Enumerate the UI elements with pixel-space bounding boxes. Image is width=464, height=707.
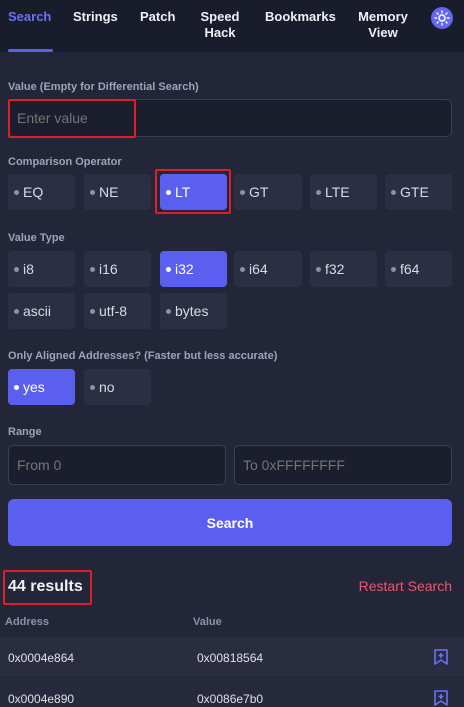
operator-ne[interactable]: NE xyxy=(84,174,151,210)
table-row[interactable]: 0x0004e890 0x0086e7b0 xyxy=(0,678,464,707)
row-address: 0x0004e864 xyxy=(8,651,75,665)
type-i16-label: i16 xyxy=(99,261,118,277)
comparison-operator-label: Comparison Operator xyxy=(8,156,122,168)
type-i64[interactable]: i64 xyxy=(234,251,302,287)
type-bytes-label: bytes xyxy=(175,303,209,319)
row-value: 0x00818564 xyxy=(197,651,264,665)
search-button[interactable]: Search xyxy=(8,499,452,546)
range-from-input[interactable] xyxy=(8,445,226,485)
radio-dot-icon xyxy=(166,308,171,314)
type-i8[interactable]: i8 xyxy=(8,251,75,287)
range-label: Range xyxy=(8,426,42,438)
range-to-input[interactable] xyxy=(234,445,452,485)
aligned-no-label: no xyxy=(99,379,115,395)
radio-dot-icon xyxy=(14,266,19,272)
aligned-no[interactable]: no xyxy=(84,369,151,405)
radio-dot-icon xyxy=(391,266,396,272)
operator-gt[interactable]: GT xyxy=(234,174,302,210)
theme-toggle-button[interactable] xyxy=(431,7,453,29)
radio-dot-icon xyxy=(14,189,19,195)
operator-lt-label: LT xyxy=(175,184,191,200)
type-i32-label: i32 xyxy=(175,261,194,277)
tab-memory-view[interactable]: Memory View xyxy=(358,9,408,41)
tab-speed-hack[interactable]: Speed Hack xyxy=(200,9,240,41)
radio-dot-icon xyxy=(166,189,171,195)
radio-dot-icon xyxy=(316,266,321,272)
type-i32[interactable]: i32 xyxy=(160,251,227,287)
restart-search-link[interactable]: Restart Search xyxy=(359,578,452,594)
bookmark-add-icon[interactable] xyxy=(432,648,450,666)
type-i64-label: i64 xyxy=(249,261,268,277)
radio-dot-icon xyxy=(316,189,321,195)
bookmark-add-icon[interactable] xyxy=(432,689,450,707)
type-ascii[interactable]: ascii xyxy=(8,293,75,329)
radio-dot-icon xyxy=(14,308,19,314)
radio-dot-icon xyxy=(391,189,396,195)
value-input[interactable] xyxy=(8,99,452,137)
radio-dot-icon xyxy=(240,266,245,272)
type-f64[interactable]: f64 xyxy=(385,251,452,287)
aligned-yes[interactable]: yes xyxy=(8,369,75,405)
radio-dot-icon xyxy=(166,266,171,272)
type-utf-8-label: utf-8 xyxy=(99,303,128,319)
tab-bookmarks[interactable]: Bookmarks xyxy=(265,9,336,25)
type-ascii-label: ascii xyxy=(23,303,52,319)
operator-lte[interactable]: LTE xyxy=(310,174,377,210)
operator-gt-label: GT xyxy=(249,184,269,200)
operator-lte-label: LTE xyxy=(325,184,350,200)
tab-bar: Search Strings Patch Speed Hack Bookmark… xyxy=(0,0,464,52)
operator-eq-label: EQ xyxy=(23,184,44,200)
type-f64-label: f64 xyxy=(400,261,420,277)
radio-dot-icon xyxy=(90,308,95,314)
table-row[interactable]: 0x0004e864 0x00818564 xyxy=(0,637,464,677)
type-f32-label: f32 xyxy=(325,261,345,277)
tab-patch[interactable]: Patch xyxy=(140,9,175,25)
type-f32[interactable]: f32 xyxy=(310,251,377,287)
operator-ne-label: NE xyxy=(99,184,119,200)
value-type-label: Value Type xyxy=(8,232,65,244)
radio-dot-icon xyxy=(240,189,245,195)
row-address: 0x0004e890 xyxy=(8,692,75,706)
operator-gte-label: GTE xyxy=(400,184,429,200)
radio-dot-icon xyxy=(90,384,95,390)
operator-gte[interactable]: GTE xyxy=(385,174,452,210)
radio-dot-icon xyxy=(14,384,19,390)
tab-search[interactable]: Search xyxy=(8,9,51,25)
sun-icon xyxy=(434,10,450,26)
operator-lt[interactable]: LT xyxy=(160,174,227,210)
value-label: Value (Empty for Differential Search) xyxy=(8,81,199,93)
type-utf-8[interactable]: utf-8 xyxy=(84,293,151,329)
radio-dot-icon xyxy=(90,189,95,195)
column-header-value: Value xyxy=(193,616,222,628)
operator-eq[interactable]: EQ xyxy=(8,174,75,210)
radio-dot-icon xyxy=(90,266,95,272)
type-i16[interactable]: i16 xyxy=(84,251,151,287)
aligned-label: Only Aligned Addresses? (Faster but less… xyxy=(8,350,278,362)
column-header-address: Address xyxy=(5,616,50,628)
results-count: 44 results xyxy=(8,578,83,595)
row-value: 0x0086e7b0 xyxy=(197,692,264,706)
type-bytes[interactable]: bytes xyxy=(160,293,227,329)
aligned-yes-label: yes xyxy=(23,379,45,395)
type-i8-label: i8 xyxy=(23,261,34,277)
tab-strings[interactable]: Strings xyxy=(73,9,118,25)
